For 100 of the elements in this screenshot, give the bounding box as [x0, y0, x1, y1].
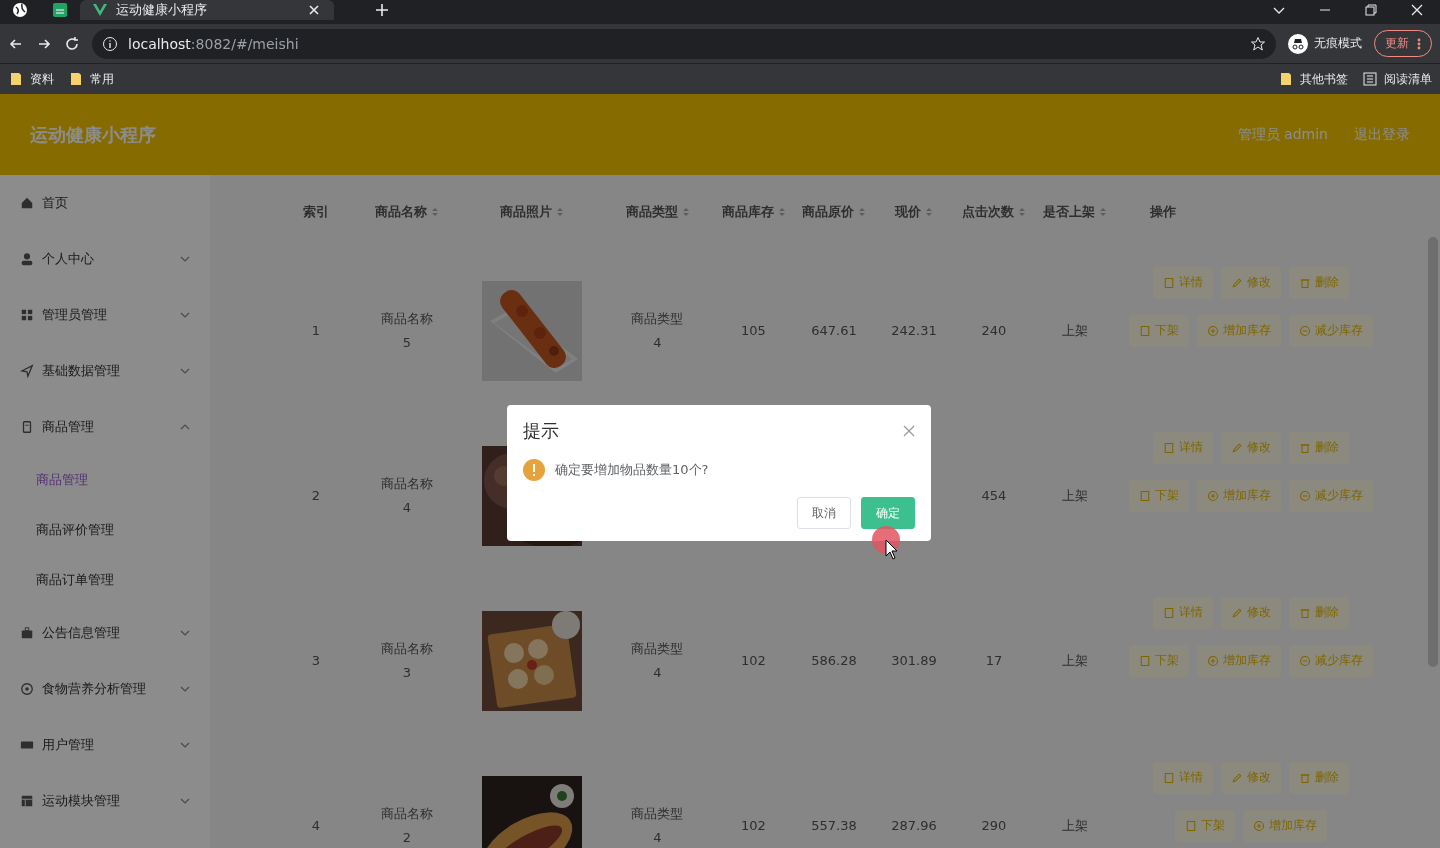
table-cell: 上架 [1061, 321, 1088, 340]
action-button[interactable]: 删除 [1289, 596, 1349, 629]
document-icon [1139, 324, 1151, 337]
bookmark[interactable]: 资料 [8, 70, 54, 88]
table-cell: 301.89 [891, 653, 937, 668]
table-cell: 240 [981, 323, 1007, 338]
column-header: 商品名称 [375, 202, 427, 221]
reading-list[interactable]: 阅读清单 [1362, 70, 1432, 88]
action-button[interactable]: 修改 [1221, 431, 1281, 464]
action-button[interactable]: 下架 [1175, 809, 1235, 842]
trash-icon [1299, 276, 1311, 289]
table-cell: 上架 [1061, 651, 1088, 670]
action-button[interactable]: 修改 [1221, 761, 1281, 794]
action-button[interactable]: 详情 [1153, 761, 1213, 794]
table-cell: 557.38 [811, 818, 857, 833]
menu-item[interactable]: 用户管理 [0, 717, 210, 773]
pencil-icon [1231, 441, 1243, 454]
submenu-item[interactable]: 商品评价管理 [0, 505, 210, 555]
plus-circle-icon [1253, 819, 1265, 832]
plus-circle-icon [1207, 324, 1219, 337]
minus-circle-icon [1299, 324, 1311, 337]
table-cell: 2 [311, 488, 321, 503]
tab-title: 运动健康小程序 [116, 1, 208, 19]
confirm-button[interactable]: 确定 [861, 497, 915, 529]
user-label: 管理员 admin [1237, 125, 1328, 144]
more-icon[interactable] [1417, 37, 1421, 50]
table-cell-text: 商品名称3 [380, 640, 434, 682]
menu-item[interactable]: 基础数据管理 [0, 343, 210, 399]
document-icon [1185, 819, 1197, 832]
incognito-icon[interactable] [1288, 33, 1308, 54]
column-header: 商品原价 [802, 202, 854, 221]
scrollbar[interactable] [1428, 237, 1438, 667]
action-button[interactable]: 详情 [1153, 266, 1213, 299]
document-icon [1163, 771, 1175, 784]
submenu-item[interactable]: 商品订单管理 [0, 555, 210, 605]
submenu-item[interactable]: 商品管理 [0, 455, 210, 505]
action-button[interactable]: 详情 [1153, 596, 1213, 629]
table-cell-text: 商品名称4 [380, 475, 434, 517]
address-bar[interactable]: localhost:8082/#/meishi [92, 28, 1276, 59]
table-cell: 105 [741, 323, 766, 338]
table-cell-text: 商品类型4 [630, 310, 685, 352]
action-button[interactable]: 下架 [1129, 644, 1189, 677]
folder-icon [8, 71, 24, 88]
column-header: 点击次数 [962, 202, 1014, 221]
pencil-icon [1231, 606, 1243, 619]
close-icon[interactable] [1409, 2, 1425, 18]
table-cell-text: 商品名称5 [380, 310, 434, 352]
table-cell: 454 [981, 488, 1007, 503]
menu-item[interactable]: 管理员管理 [0, 287, 210, 343]
reload-icon[interactable] [64, 35, 80, 52]
menu-item[interactable]: 运动模块管理 [0, 773, 210, 829]
action-button[interactable]: 增加库存 [1197, 479, 1281, 512]
table-cell: 上架 [1061, 486, 1088, 505]
document-icon [1139, 489, 1151, 502]
menu-item[interactable]: 首页 [0, 175, 210, 231]
bookmark[interactable]: 常用 [68, 70, 114, 88]
table-cell: 287.96 [891, 818, 937, 833]
action-button[interactable]: 修改 [1221, 266, 1281, 299]
action-button[interactable]: 增加库存 [1197, 644, 1281, 677]
action-button[interactable]: 下架 [1129, 479, 1189, 512]
plus-circle-icon [1207, 489, 1219, 502]
column-header: 操作 [1149, 202, 1176, 221]
column-header: 商品库存 [721, 202, 774, 221]
trash-icon [1299, 606, 1311, 619]
column-header: 索引 [303, 202, 329, 221]
menu-item-icon [20, 794, 34, 808]
action-button[interactable]: 减少库存 [1289, 479, 1373, 512]
minus-circle-icon [1299, 654, 1311, 667]
warning-icon [523, 459, 545, 481]
action-button[interactable]: 修改 [1221, 596, 1281, 629]
menu-item-icon [20, 308, 34, 322]
menu-item[interactable]: 食物营养分析管理 [0, 661, 210, 717]
action-button[interactable]: 删除 [1289, 431, 1349, 464]
action-button[interactable]: 下架 [1129, 314, 1189, 347]
action-button[interactable]: 增加库存 [1197, 314, 1281, 347]
pencil-icon [1231, 276, 1243, 289]
logout-link[interactable]: 退出登录 [1354, 125, 1410, 144]
menu-item[interactable]: 商品管理 [0, 399, 210, 455]
action-button[interactable]: 删除 [1289, 266, 1349, 299]
v-logo-icon [92, 2, 108, 18]
cancel-button[interactable]: 取消 [797, 497, 851, 529]
menu-item[interactable]: 公告信息管理 [0, 605, 210, 661]
column-header: 商品类型 [625, 202, 678, 221]
action-button[interactable]: 删除 [1289, 761, 1349, 794]
browser-tab[interactable]: 运动健康小程序 [80, 0, 334, 20]
restore-icon[interactable] [1363, 2, 1379, 18]
action-button[interactable]: 增加库存 [1243, 809, 1327, 842]
bookmark[interactable]: 其他书签 [1278, 70, 1348, 88]
table-cell: 1 [311, 323, 321, 338]
profile-label: 无痕模式 [1314, 35, 1362, 53]
action-button[interactable]: 详情 [1153, 431, 1213, 464]
action-button[interactable]: 减少库存 [1289, 644, 1373, 677]
table-cell: 102 [741, 818, 766, 833]
table-cell: 3 [311, 653, 321, 668]
action-button[interactable]: 减少库存 [1289, 314, 1373, 347]
star-icon[interactable] [1250, 35, 1266, 52]
document-icon [1163, 441, 1175, 454]
menu-item[interactable]: 个人中心 [0, 231, 210, 287]
new-tab-icon[interactable] [374, 2, 390, 18]
table-cell: 647.61 [811, 323, 857, 338]
